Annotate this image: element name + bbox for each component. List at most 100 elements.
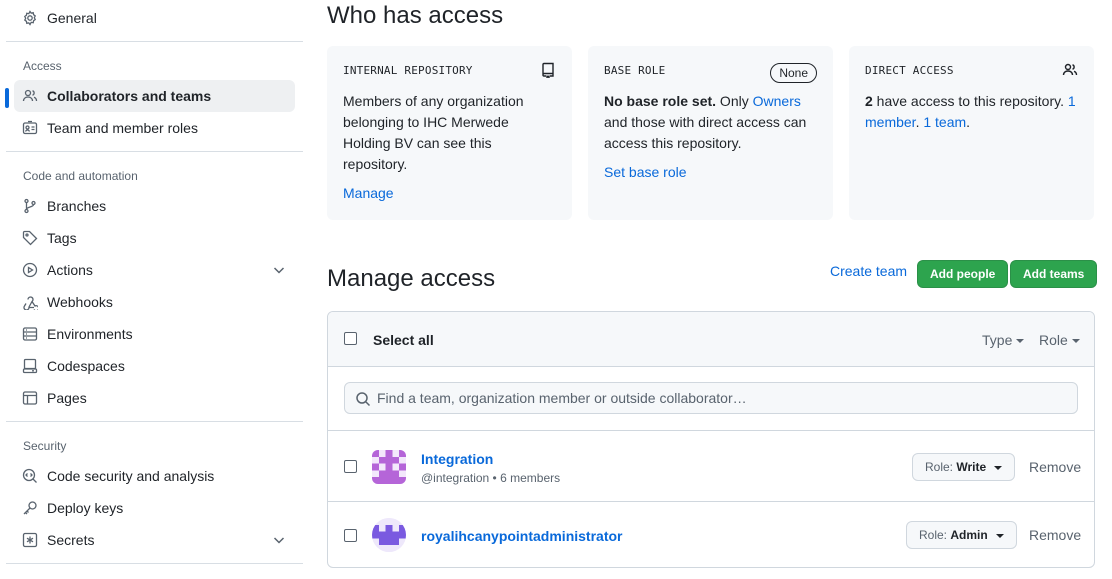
- card-body: Members of any organization belonging to…: [343, 91, 543, 175]
- sidebar-item-label: Collaborators and teams: [47, 88, 212, 104]
- sidebar-item-environments[interactable]: Environments: [14, 318, 295, 350]
- card-body: 2 have access to this repository. 1 memb…: [865, 91, 1080, 133]
- set-base-role-link[interactable]: Set base role: [604, 164, 687, 180]
- sidebar-item-codespaces[interactable]: Codespaces: [14, 350, 295, 382]
- sidebar-divider: [6, 151, 303, 152]
- sidebar-item-label: Secrets: [47, 532, 95, 548]
- sidebar-divider: [6, 421, 303, 422]
- sidebar-item-label: Deploy keys: [47, 500, 124, 516]
- add-teams-button[interactable]: Add teams: [1010, 260, 1098, 288]
- sidebar-item-branches[interactable]: Branches: [14, 190, 295, 222]
- card-link-row: Manage: [343, 185, 556, 201]
- remove-button[interactable]: Remove: [1029, 459, 1081, 475]
- search-row: [328, 367, 1094, 431]
- sidebar-item-label: General: [47, 10, 97, 26]
- sidebar-item-webhooks[interactable]: Webhooks: [14, 286, 295, 318]
- sidebar-item-label: Tags: [47, 230, 77, 246]
- branch-icon: [22, 198, 38, 214]
- card-text: .: [966, 114, 971, 130]
- section-title-access: Access: [23, 59, 62, 73]
- search-box: [344, 382, 1078, 414]
- sidebar-item-label: Actions: [47, 262, 93, 278]
- caret-down-icon: [994, 465, 1003, 470]
- role-value: Write: [956, 460, 987, 474]
- add-people-button[interactable]: Add people: [917, 260, 1009, 288]
- user-name-link[interactable]: royalihcanypointadministrator: [421, 528, 622, 544]
- page-title-who-has-access: Who has access: [327, 2, 504, 29]
- base-role-status: No base role set.: [604, 93, 717, 109]
- role-prefix: Role:: [919, 528, 951, 542]
- caret-down-icon: [1016, 339, 1025, 344]
- role-dropdown[interactable]: Role: Admin: [906, 521, 1017, 549]
- asterisk-icon: [22, 532, 38, 548]
- sidebar-item-label: Environments: [47, 326, 133, 342]
- avatar[interactable]: [372, 450, 406, 484]
- tag-icon: [22, 230, 38, 246]
- section-title-manage-access: Manage access: [327, 265, 496, 292]
- sidebar-item-collaborators[interactable]: Collaborators and teams: [14, 80, 295, 112]
- card-text: Members of any organization belonging to…: [343, 93, 524, 172]
- repo-icon: [540, 62, 556, 79]
- search-input[interactable]: [377, 383, 1067, 413]
- webhook-icon: [22, 294, 38, 310]
- select-all-label[interactable]: Select all: [373, 332, 434, 348]
- team-link[interactable]: 1 team: [923, 114, 966, 130]
- sidebar-divider: [6, 563, 303, 564]
- sidebar-item-deploy-keys[interactable]: Deploy keys: [14, 492, 295, 524]
- role-value: Admin: [950, 528, 988, 542]
- sidebar-item-team-roles[interactable]: Team and member roles: [14, 112, 295, 144]
- role-filter-label: Role: [1039, 332, 1068, 348]
- play-circle-icon: [22, 262, 38, 278]
- card-body: No base role set. Only Owners and those …: [604, 91, 819, 154]
- card-direct-access: DIRECT ACCESS 2 have access to this repo…: [849, 46, 1094, 220]
- card-text: Only: [716, 93, 753, 109]
- sidebar-item-tags[interactable]: Tags: [14, 222, 295, 254]
- card-internal-repository: INTERNAL REPOSITORY Members of any organ…: [327, 46, 572, 220]
- type-filter-dropdown[interactable]: Type: [982, 332, 1025, 348]
- manage-link[interactable]: Manage: [343, 185, 394, 201]
- role-dropdown[interactable]: Role: Write: [912, 453, 1016, 481]
- card-base-role: BASE ROLE None No base role set. Only Ow…: [588, 46, 833, 220]
- row-checkbox[interactable]: [344, 529, 357, 542]
- settings-sidebar: General Access Collaborators and teams T…: [0, 0, 312, 579]
- base-role-badge: None: [770, 63, 817, 83]
- sidebar-item-secrets[interactable]: Secrets: [14, 524, 295, 556]
- create-team-button[interactable]: Create team: [830, 263, 907, 279]
- owners-link[interactable]: Owners: [753, 93, 801, 109]
- codescan-icon: [22, 468, 38, 484]
- section-title-security: Security: [23, 439, 67, 453]
- team-name-link[interactable]: Integration: [421, 451, 493, 467]
- access-list-panel: Select all Type Role Integration: [327, 311, 1095, 568]
- role-filter-dropdown[interactable]: Role: [1039, 332, 1080, 348]
- select-all-checkbox[interactable]: [344, 332, 357, 345]
- caret-down-icon: [995, 533, 1004, 538]
- people-icon: [1062, 62, 1078, 78]
- chevron-down-icon[interactable]: [271, 262, 287, 278]
- chevron-down-icon[interactable]: [271, 532, 287, 548]
- sidebar-item-general[interactable]: General: [14, 2, 295, 34]
- sidebar-item-label: Branches: [47, 198, 107, 214]
- type-filter-label: Type: [982, 332, 1013, 348]
- sidebar-item-label: Code security and analysis: [47, 468, 215, 484]
- sidebar-item-pages[interactable]: Pages: [14, 382, 295, 414]
- table-row: Integration @integration • 6 members Rol…: [328, 431, 1094, 502]
- caret-down-icon: [1071, 339, 1080, 344]
- row-checkbox[interactable]: [344, 460, 357, 473]
- search-icon: [355, 391, 371, 407]
- sidebar-item-actions[interactable]: Actions: [14, 254, 295, 286]
- avatar[interactable]: [372, 518, 406, 552]
- access-list-header: Select all Type Role: [328, 312, 1094, 367]
- team-meta: @integration • 6 members: [421, 471, 561, 485]
- card-text: and those with direct access can access …: [604, 114, 807, 151]
- sidebar-item-label: Codespaces: [47, 358, 125, 374]
- sidebar-item-code-security[interactable]: Code security and analysis: [14, 460, 295, 492]
- card-text: have access to this repository.: [872, 93, 1068, 109]
- key-icon: [22, 500, 38, 516]
- server-icon: [22, 326, 38, 342]
- gear-icon: [22, 10, 38, 26]
- table-row: royalihcanypointadministrator Role: Admi…: [328, 502, 1094, 567]
- section-title-code-automation: Code and automation: [23, 169, 138, 183]
- remove-button[interactable]: Remove: [1029, 527, 1081, 543]
- role-prefix: Role:: [925, 460, 957, 474]
- card-link-row: Set base role: [604, 164, 817, 180]
